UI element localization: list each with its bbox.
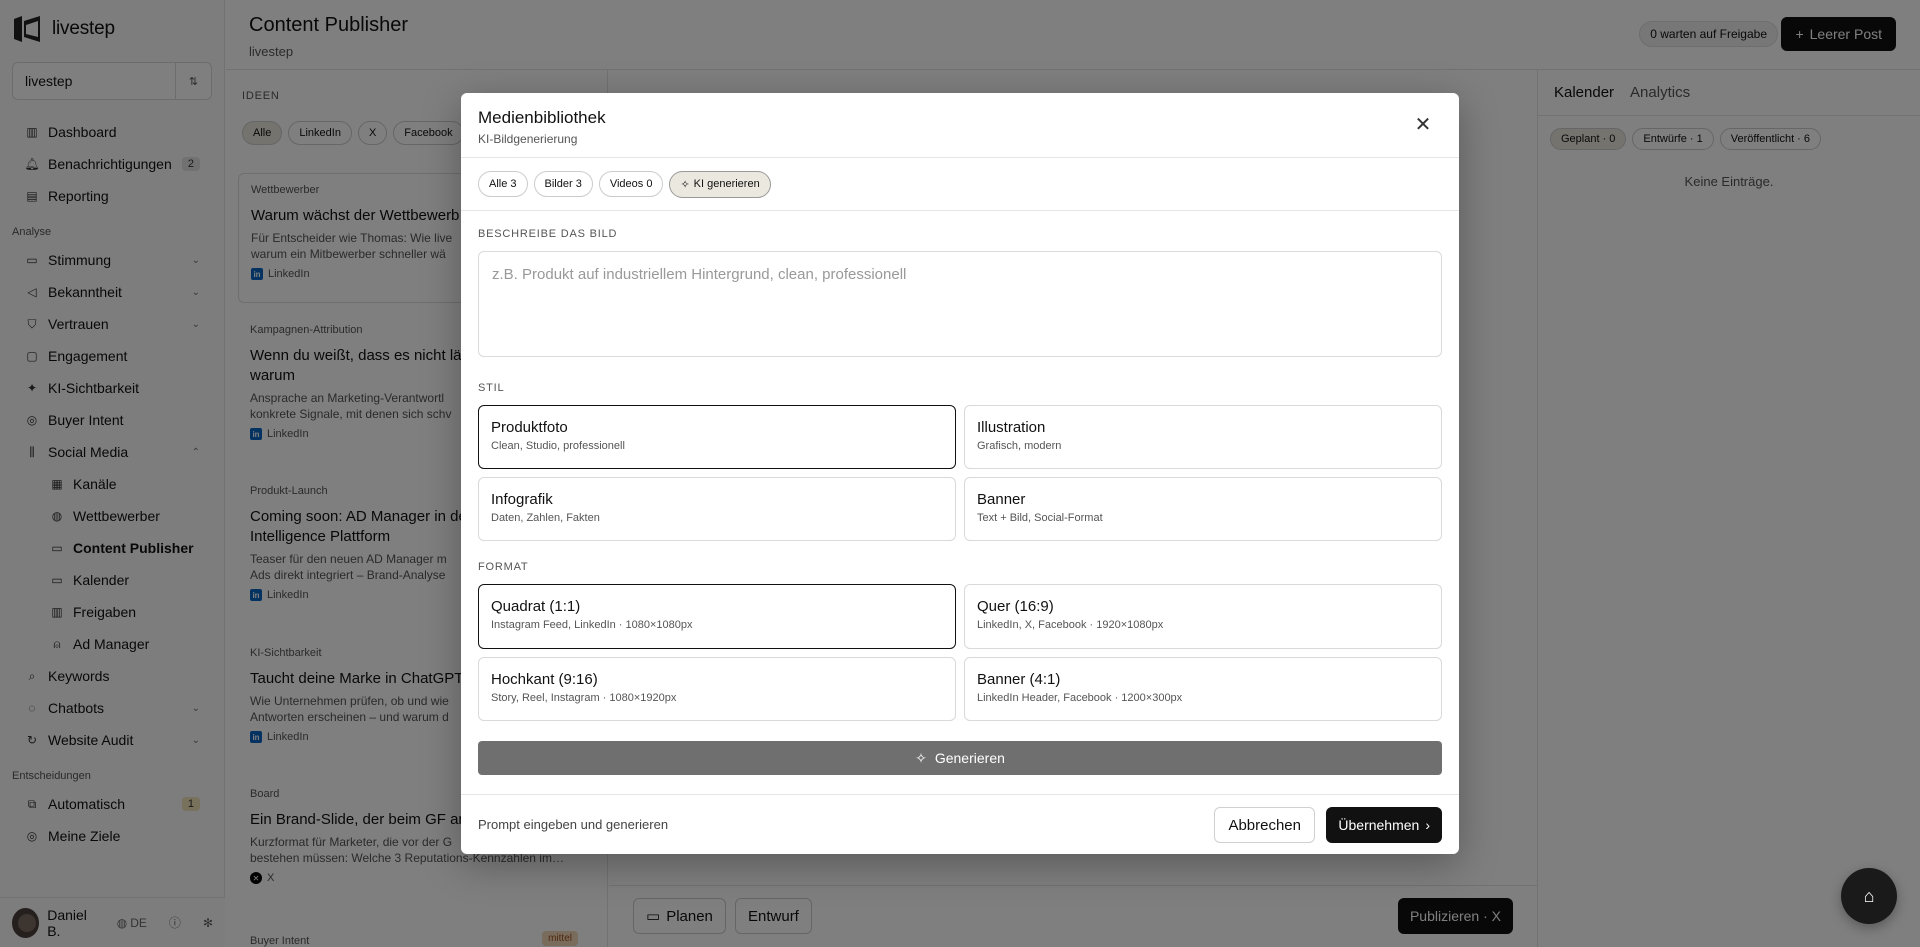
sparkle-icon: ✧ <box>915 749 927 766</box>
style-option-infografik[interactable]: Infografik Daten, Zahlen, Fakten <box>478 477 956 541</box>
style-option-banner[interactable]: Banner Text + Bild, Social-Format <box>964 477 1442 541</box>
chatbot-fab-button[interactable]: ⌂ <box>1841 868 1897 924</box>
button-label: Übernehmen <box>1338 817 1420 833</box>
format-option-portrait[interactable]: Hochkant (9:16) Story, Reel, Instagram ·… <box>478 657 956 721</box>
style-option-illustration[interactable]: Illustration Grafisch, modern <box>964 405 1442 469</box>
close-icon[interactable]: ✕ <box>1413 114 1433 136</box>
option-desc: LinkedIn, X, Facebook · 1920×1080px <box>977 619 1164 631</box>
modal-subtitle: KI-Bildgenerierung <box>478 132 578 146</box>
tab-images[interactable]: Bilder 3 <box>533 171 593 197</box>
option-desc: LinkedIn Header, Facebook · 1200×300px <box>977 692 1183 704</box>
format-label: FORMAT <box>478 561 529 573</box>
modal-title: Medienbibliothek <box>478 108 606 127</box>
tab-ai-generate[interactable]: ✧ KI generieren <box>669 170 771 198</box>
option-title: Illustration <box>977 419 1046 436</box>
option-title: Quer (16:9) <box>977 598 1054 615</box>
generate-button[interactable]: ✧ Generieren <box>478 741 1442 775</box>
describe-label: BESCHREIBE DAS BILD <box>478 228 618 240</box>
tab-label: KI generieren <box>693 178 760 190</box>
format-grid: Quadrat (1:1) Instagram Feed, LinkedIn ·… <box>478 584 1442 721</box>
style-grid: Produktfoto Clean, Studio, professionell… <box>478 405 1442 541</box>
apply-button[interactable]: Übernehmen › <box>1326 807 1442 843</box>
option-desc: Text + Bild, Social-Format <box>977 512 1103 524</box>
tab-all[interactable]: Alle 3 <box>478 171 528 197</box>
robot-icon: ⌂ <box>1863 885 1875 906</box>
option-title: Quadrat (1:1) <box>491 598 581 615</box>
option-desc: Clean, Studio, professionell <box>491 440 625 452</box>
style-option-produktfoto[interactable]: Produktfoto Clean, Studio, professionell <box>478 405 956 469</box>
modal-body: BESCHREIBE DAS BILD STIL Produktfoto Cle… <box>461 228 1459 775</box>
option-title: Banner (4:1) <box>977 671 1061 688</box>
chevron-right-icon: › <box>1425 817 1430 833</box>
option-title: Produktfoto <box>491 419 568 436</box>
cancel-button[interactable]: Abbrechen <box>1214 807 1315 843</box>
option-title: Infografik <box>491 491 553 508</box>
option-title: Hochkant (9:16) <box>491 671 598 688</box>
option-desc: Daten, Zahlen, Fakten <box>491 512 600 524</box>
modal-tabs: Alle 3 Bilder 3 Videos 0 ✧ KI generieren <box>461 158 1459 211</box>
button-label: Generieren <box>934 750 1005 766</box>
media-library-modal: Medienbibliothek KI-Bildgenerierung ✕ Al… <box>461 93 1459 854</box>
footer-hint: Prompt eingeben und generieren <box>478 817 669 832</box>
format-option-landscape[interactable]: Quer (16:9) LinkedIn, X, Facebook · 1920… <box>964 584 1442 649</box>
modal-header: Medienbibliothek KI-Bildgenerierung ✕ <box>461 93 1459 158</box>
image-prompt-input[interactable] <box>478 251 1442 357</box>
option-desc: Grafisch, modern <box>977 440 1062 452</box>
style-label: STIL <box>478 382 505 394</box>
option-desc: Story, Reel, Instagram · 1080×1920px <box>491 692 677 704</box>
sparkle-icon: ✧ <box>680 178 690 191</box>
format-option-banner[interactable]: Banner (4:1) LinkedIn Header, Facebook ·… <box>964 657 1442 721</box>
modal-footer: Prompt eingeben und generieren Abbrechen… <box>461 794 1459 854</box>
tab-videos[interactable]: Videos 0 <box>598 171 664 197</box>
option-desc: Instagram Feed, LinkedIn · 1080×1080px <box>491 619 693 631</box>
option-title: Banner <box>977 491 1026 508</box>
format-option-square[interactable]: Quadrat (1:1) Instagram Feed, LinkedIn ·… <box>478 584 956 649</box>
